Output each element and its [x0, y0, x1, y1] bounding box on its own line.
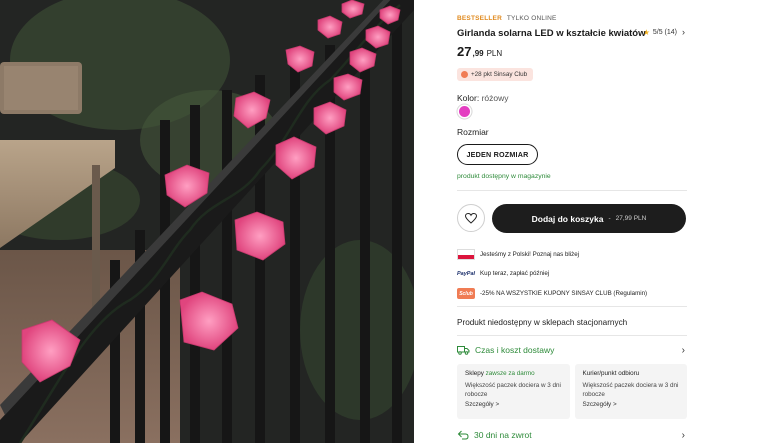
- stores-free-label: zawsze za darmo: [485, 370, 535, 377]
- product-photo-illustration: [0, 0, 414, 443]
- bestseller-badge: BESTSELLER: [457, 15, 502, 22]
- returns-section-toggle[interactable]: 30 dni na zwrot ›: [457, 429, 687, 441]
- add-to-cart-label: Dodaj do koszyka: [531, 213, 604, 224]
- info-text: Jesteśmy z Polski! Poznaj nas bliżej: [480, 251, 580, 258]
- product-details-panel: BESTSELLER TYLKO ONLINE ★ 5/5 (14) › Gir…: [457, 0, 687, 443]
- delivery-option-text: Większość paczek dociera w 3 dni robocze: [582, 381, 679, 399]
- color-swatch-pink[interactable]: [459, 106, 470, 117]
- add-to-cart-separator: -: [608, 215, 611, 222]
- product-badges: BESTSELLER TYLKO ONLINE: [457, 15, 557, 22]
- info-row-paypal[interactable]: PayPal Kup teraz, zapłać później: [457, 268, 549, 279]
- info-text: -25% NA WSZYSTKIE KUPONY SINSAY CLUB (Re…: [480, 290, 648, 297]
- delivery-option-heading: Sklepy zawsze za darmo: [465, 369, 562, 379]
- paypal-icon: PayPal: [456, 270, 476, 277]
- divider: [457, 335, 687, 336]
- price-currency: PLN: [486, 49, 503, 58]
- stores-title: Sklepy: [465, 370, 484, 377]
- heart-icon: [465, 212, 477, 224]
- delivery-option-stores: Sklepy zawsze za darmo Większość paczek …: [457, 364, 570, 419]
- product-image[interactable]: [0, 0, 414, 443]
- stock-status: produkt dostępny w magazynie: [457, 173, 551, 180]
- wishlist-button[interactable]: [457, 204, 485, 232]
- delivery-options: Sklepy zawsze za darmo Większość paczek …: [457, 364, 687, 419]
- sinsay-club-icon: Sclub: [457, 288, 475, 299]
- store-unavailable-text: Produkt niedostępny w sklepach stacjonar…: [457, 318, 628, 327]
- chevron-right-icon: ›: [681, 344, 685, 356]
- poland-flag-icon: [457, 249, 475, 260]
- rating-value: 5/5 (14): [652, 28, 677, 36]
- info-row-poland[interactable]: Jesteśmy z Polski! Poznaj nas bliżej: [457, 249, 579, 260]
- product-price: 27 ,99 PLN: [457, 44, 502, 59]
- info-text: Kup teraz, zapłać później: [480, 270, 550, 277]
- color-label: Kolor: różowy: [457, 93, 509, 103]
- chevron-right-icon: ›: [681, 429, 685, 441]
- add-to-cart-button[interactable]: Dodaj do koszyka - 27,99 PLN: [492, 204, 686, 233]
- club-points-badge: +28 pkt Sinsay Club: [457, 68, 534, 81]
- add-to-cart-price: 27,99 PLN: [615, 215, 647, 222]
- truck-icon: [457, 346, 470, 355]
- returns-title: 30 dni na zwrot: [474, 430, 532, 440]
- courier-title: Kurier/punkt odbioru: [582, 370, 640, 377]
- price-integer: 27: [457, 44, 472, 59]
- product-title: Girlanda solarna LED w kształcie kwiatów: [457, 28, 646, 39]
- color-label-text: Kolor:: [457, 93, 480, 103]
- return-arrow-icon: [457, 430, 469, 440]
- details-link[interactable]: Szczegóły >: [583, 400, 680, 410]
- info-row-sinsay-club[interactable]: Sclub -25% NA WSZYSTKIE KUPONY SINSAY CL…: [457, 288, 647, 299]
- details-link[interactable]: Szczegóły >: [465, 400, 562, 410]
- divider: [457, 190, 687, 191]
- delivery-section-toggle[interactable]: Czas i koszt dostawy ›: [457, 344, 687, 356]
- online-only-badge: TYLKO ONLINE: [506, 15, 557, 22]
- club-coin-icon: [461, 71, 468, 78]
- rating-summary[interactable]: ★ 5/5 (14) ›: [643, 27, 685, 37]
- delivery-title: Czas i koszt dostawy: [475, 345, 555, 355]
- size-label: Rozmiar: [457, 127, 489, 137]
- size-option-button[interactable]: JEDEN ROZMIAR: [457, 144, 538, 165]
- club-points-text: +28 pkt Sinsay Club: [471, 71, 528, 78]
- divider: [457, 306, 687, 307]
- delivery-option-courier: Kurier/punkt odbioru Większość paczek do…: [574, 364, 687, 419]
- delivery-option-text: Większość paczek dociera w 3 dni robocze: [465, 381, 561, 399]
- price-decimal: ,99: [472, 49, 484, 58]
- color-value: różowy: [481, 93, 509, 103]
- chevron-right-icon: ›: [682, 27, 685, 37]
